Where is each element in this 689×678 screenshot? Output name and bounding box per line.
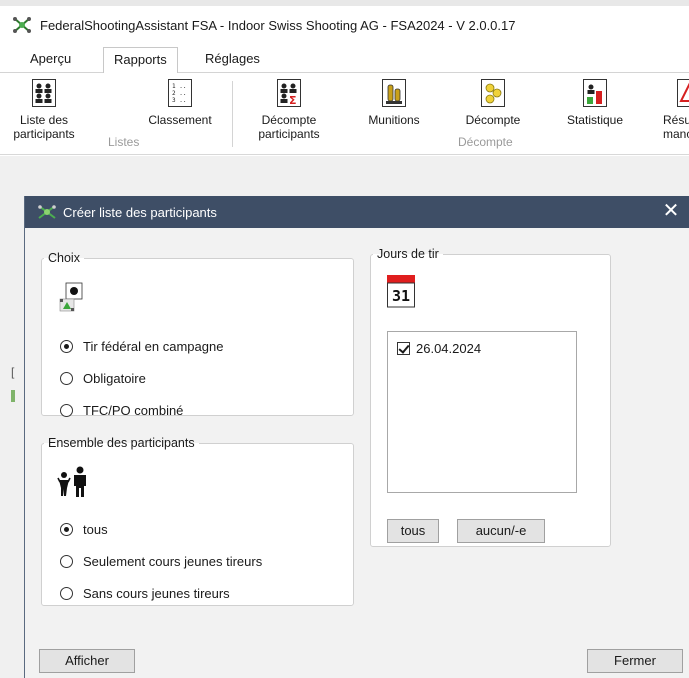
ensemble-participants-group: Ensemble des participants tous Seulement… [41, 436, 354, 606]
choix-legend: Choix [48, 251, 80, 265]
ribbon-group-separator [232, 81, 233, 147]
ammunition-icon [382, 79, 406, 107]
list-item[interactable]: 26.04.2024 [397, 341, 481, 356]
fsa-logo-icon [37, 204, 57, 220]
ribbon-button-label: Liste des [19, 113, 69, 127]
radio-label: TFC/PO combiné [83, 403, 184, 418]
window-title: FederalShootingAssistant FSA - Indoor Sw… [40, 17, 516, 33]
calendar-day: 31 [392, 287, 410, 305]
ribbon-button-label: Décompte [261, 113, 317, 127]
checkbox[interactable] [397, 342, 410, 355]
ribbon-button-label: Classement [148, 113, 212, 127]
ribbon-button-label: Munitions [368, 113, 420, 127]
ribbon-button-decompte-participants[interactable]: Σ Décompte participants [244, 79, 334, 141]
radio-button[interactable] [60, 587, 73, 600]
ribbon-button-label: Résu [663, 113, 689, 127]
svg-text:Σ: Σ [289, 94, 297, 107]
ribbon-group-listes: Listes [108, 135, 140, 149]
radio-tir-federal[interactable]: Tir fédéral en campagne [60, 339, 223, 354]
shooting-days-list[interactable]: 26.04.2024 [387, 331, 577, 493]
adult-child-icon [56, 466, 92, 498]
ranking-list-icon: 1 .. 2 .. 3 .. [168, 79, 192, 107]
ribbon-button-liste-participants[interactable]: Liste des participants [4, 79, 84, 141]
close-icon[interactable]: ✕ [660, 201, 682, 221]
window-titlebar: FederalShootingAssistant FSA - Indoor Sw… [0, 6, 689, 44]
calendar-icon: 31 [387, 275, 415, 309]
radio-label: tous [83, 522, 108, 537]
radio-button[interactable] [60, 555, 73, 568]
close-button[interactable]: Fermer [587, 649, 683, 673]
ribbon-button-classement[interactable]: 1 .. 2 .. 3 .. Classement [140, 79, 220, 127]
ribbon-button-decompte[interactable]: Décompte [453, 79, 533, 127]
svg-text:1 ..: 1 .. [172, 83, 186, 90]
summary-icon [677, 79, 689, 107]
select-all-button[interactable]: tous [387, 519, 439, 543]
radio-tfc-po[interactable]: TFC/PO combiné [60, 403, 183, 418]
tab-reglages[interactable]: Réglages [195, 47, 270, 73]
jours-legend: Jours de tir [377, 247, 439, 261]
radio-obligatoire[interactable]: Obligatoire [60, 371, 146, 386]
dialog-title: Créer liste des participants [63, 204, 217, 220]
radio-tous[interactable]: tous [60, 522, 108, 537]
radio-button[interactable] [60, 523, 73, 536]
ribbon-button-munitions[interactable]: Munitions [354, 79, 434, 127]
statistics-icon [583, 79, 607, 107]
show-button[interactable]: Afficher [39, 649, 135, 673]
date-label: 26.04.2024 [416, 341, 482, 356]
jours-de-tir-group: Jours de tir 31 26.04.2024 tous aucun/-e [370, 247, 611, 547]
radio-button[interactable] [60, 340, 73, 353]
background-marker [11, 390, 15, 402]
select-none-button[interactable]: aucun/-e [457, 519, 545, 543]
participants-settlement-icon: Σ [277, 79, 301, 107]
settlement-icon [481, 79, 505, 107]
ribbon-button-statistique[interactable]: Statistique [555, 79, 635, 127]
radio-button[interactable] [60, 372, 73, 385]
tab-apercu[interactable]: Aperçu [20, 47, 81, 73]
radio-seulement-jeunes[interactable]: Seulement cours jeunes tireurs [60, 554, 262, 569]
svg-text:3 ..: 3 .. [172, 97, 186, 104]
create-participants-list-dialog: Créer liste des participants ✕ Choix Tir… [24, 196, 689, 678]
participants-list-icon [32, 79, 56, 107]
ribbon-button-label: manc [663, 127, 689, 141]
dialog-titlebar: Créer liste des participants ✕ [25, 196, 689, 228]
ribbon-button-label: participants [258, 127, 320, 141]
ribbon-button-label: Statistique [566, 113, 624, 127]
radio-button[interactable] [60, 404, 73, 417]
radio-sans-jeunes[interactable]: Sans cours jeunes tireurs [60, 586, 230, 601]
ribbon-panel: Liste des participants 1 .. 2 .. 3 .. Cl… [0, 73, 689, 155]
ribbon-tabbar: Aperçu Rapports Réglages [0, 44, 689, 74]
radio-label: Seulement cours jeunes tireurs [83, 554, 263, 569]
svg-text:2 ..: 2 .. [172, 90, 186, 97]
ribbon-button-resume[interactable]: Résu manc [663, 79, 689, 141]
background-text-fragment: [ [11, 365, 15, 379]
tab-rapports[interactable]: Rapports [103, 47, 178, 74]
radio-label: Obligatoire [83, 371, 146, 386]
choix-group: Choix Tir fédéral en campagne Obligatoir… [41, 251, 354, 418]
radio-label: Tir fédéral en campagne [83, 339, 224, 354]
ribbon-button-label: participants [13, 127, 75, 141]
fsa-logo-icon [12, 16, 32, 34]
ribbon-button-label: Décompte [465, 113, 521, 127]
shooting-target-icon [58, 281, 84, 313]
ribbon-group-decompte: Décompte [458, 135, 513, 149]
radio-label: Sans cours jeunes tireurs [83, 586, 230, 601]
ensemble-legend: Ensemble des participants [48, 436, 195, 450]
